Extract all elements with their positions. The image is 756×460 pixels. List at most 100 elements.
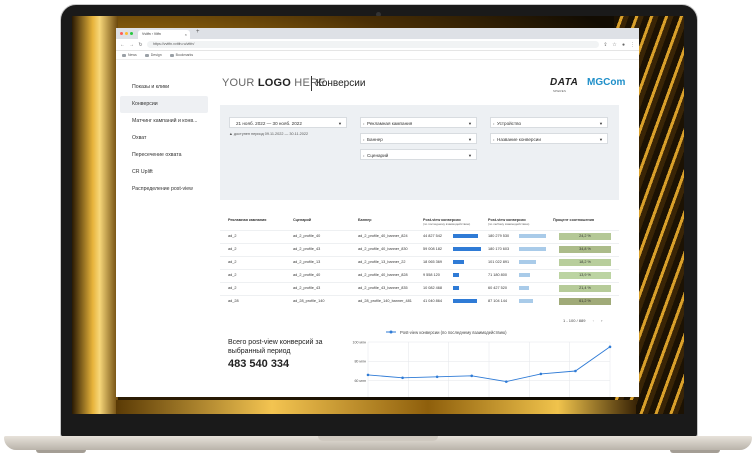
- data-speres-logo: DATA: [550, 77, 579, 88]
- cell-banner: ad_2_profile_43_banner_835: [358, 286, 408, 290]
- chart-svg: Post-view конверсии (по последнему взаим…: [352, 330, 612, 397]
- cell-pv-last: 59 008 182: [423, 247, 443, 251]
- cell-ratio: 21,4 %: [559, 285, 611, 292]
- col-header-banner[interactable]: Баннер: [358, 218, 371, 222]
- y-tick-label: 60 млн: [354, 379, 366, 383]
- data-point: [504, 380, 508, 383]
- cell-ratio: 24,2 %: [559, 233, 611, 240]
- sidebar-item-cr-uplift[interactable]: CR Uplift: [120, 164, 208, 181]
- bookmark-item[interactable]: News: [122, 53, 137, 57]
- tab-bar: Vvitfn › Vitfn × +: [116, 28, 639, 39]
- prev-page-icon[interactable]: ‹: [593, 318, 594, 323]
- reload-icon[interactable]: ↻: [138, 42, 143, 48]
- col-header-campaign[interactable]: Рекламная кампания: [228, 218, 266, 222]
- cell-scenario: ad_2_profile_43: [293, 286, 321, 290]
- sidebar: Показы и клики Конверсии Матчинг кампани…: [116, 60, 208, 397]
- browser-tab[interactable]: Vvitfn › Vitfn ×: [138, 30, 190, 39]
- report-header: YOUR LOGO HERE Конверсии DATA SPERES MGC…: [220, 75, 625, 95]
- kpi-label: Всего post-view конверсий за выбранный п…: [228, 339, 323, 355]
- cell-pv-any: 87 104 144: [488, 299, 508, 303]
- kpi-value: 483 540 334: [228, 358, 290, 370]
- share-icon[interactable]: ⇪: [603, 42, 608, 48]
- data-point: [366, 373, 370, 377]
- pv-last-bar: [453, 299, 477, 303]
- legend-label: Post-view конверсии (по последнему взаим…: [400, 330, 507, 335]
- chevron-down-icon: ▼: [338, 121, 342, 126]
- page-title: Конверсии: [316, 78, 366, 89]
- cell-pv-any: 180 170 603: [488, 247, 510, 251]
- campaign-select[interactable]: • Рекламная кампания ▼: [360, 117, 477, 128]
- sidebar-item-reach-overlap[interactable]: Пересечение охвата: [120, 147, 208, 164]
- cell-ratio: 61,2 %: [559, 298, 611, 305]
- conversion-name-select[interactable]: • Название конверсии ▼: [490, 133, 608, 144]
- col-header-scenario[interactable]: Сценарий: [293, 218, 311, 222]
- sidebar-item-postview-distribution[interactable]: Распределение post-view: [120, 181, 208, 198]
- sidebar-item-matching[interactable]: Матчинг кампаний и конв...: [120, 113, 208, 130]
- data-point: [470, 374, 474, 378]
- bookmark-item[interactable]: Design: [144, 53, 162, 57]
- cell-scenario: ad_2_profile_13: [293, 260, 321, 264]
- sidebar-item-reach[interactable]: Охват: [120, 130, 208, 147]
- sidebar-item-impressions[interactable]: Показы и клики: [120, 79, 208, 96]
- forward-icon[interactable]: →: [129, 42, 134, 48]
- cell-banner: ad_28_profile_140_banner_481: [358, 299, 412, 303]
- date-hint: ▲ доступен период 09.11.2022 — 30.11.202…: [229, 132, 309, 136]
- cell-banner: ad_2_profile_40_banner_830: [358, 247, 408, 251]
- profile-icon[interactable]: ●: [621, 42, 626, 48]
- table-row[interactable]: ad_2 ad_2_profile_43 ad_2_profile_43_banne…: [220, 282, 619, 295]
- legend-marker: [389, 330, 393, 334]
- pv-last-bar: [453, 260, 464, 264]
- pv-any-bar: [519, 273, 531, 277]
- pv-any-bar: [519, 299, 533, 303]
- device-select[interactable]: • Устройство ▼: [490, 117, 608, 128]
- cell-banner: ad_2_profile_40_banner_824: [358, 234, 408, 238]
- pager-label: 1 - 100 / 889: [563, 318, 586, 323]
- col-header-ratio[interactable]: Процент соотношения: [553, 218, 594, 222]
- star-icon[interactable]: ☆: [612, 42, 617, 48]
- pv-any-bar: [519, 286, 529, 290]
- next-page-icon[interactable]: ›: [601, 318, 602, 323]
- cell-scenario: ad_2_profile_40: [293, 234, 321, 238]
- menu-icon[interactable]: ⋮: [630, 42, 635, 48]
- browser-window: Vvitfn › Vitfn × + ← → ↻ https://vvitfn.…: [116, 28, 639, 397]
- cell-banner: ad_2_profile_13_banner_22: [358, 260, 406, 264]
- cell-banner: ad_2_profile_40_banner_828: [358, 273, 408, 277]
- cell-pv-any: 71 180 800: [488, 273, 508, 277]
- data-point: [401, 376, 404, 380]
- table-row[interactable]: ad_2 ad_2_profile_13 ad_2_profile_13_banne…: [220, 256, 619, 269]
- pv-any-bar: [519, 260, 536, 264]
- date-range-picker[interactable]: 21 нояб. 2022 — 30 нояб. 2022 ▼: [229, 117, 347, 128]
- pv-last-bar: [453, 273, 459, 277]
- pv-last-bar: [453, 286, 460, 290]
- banner-select[interactable]: • Баннер ▼: [360, 133, 477, 144]
- laptop-foot: [670, 450, 720, 453]
- table-row[interactable]: ad_28 ad_28_profile_140 ad_28_profile_140_…: [220, 295, 619, 308]
- table-row[interactable]: ad_2 ad_2_profile_40 ad_2_profile_40_banne…: [220, 230, 619, 243]
- cell-campaign: ad_2: [228, 273, 237, 277]
- chevron-down-icon: ▼: [599, 137, 603, 142]
- table-row[interactable]: ad_2 ad_2_profile_43 ad_2_profile_40_banne…: [220, 243, 619, 256]
- scenario-select[interactable]: • Сценарий ▼: [360, 149, 477, 160]
- new-tab-icon[interactable]: +: [196, 29, 200, 35]
- back-icon[interactable]: ←: [120, 42, 125, 48]
- pv-last-bar: [453, 234, 479, 238]
- close-tab-icon[interactable]: ×: [185, 30, 187, 39]
- url-bar[interactable]: https://vvitfn.vvitfn.ru/vitfn/: [147, 41, 599, 48]
- cell-ratio: 13,9 %: [559, 272, 611, 279]
- main-content: YOUR LOGO HERE Конверсии DATA SPERES MGC…: [220, 60, 639, 397]
- bookmark-item[interactable]: Bookmarks: [169, 53, 193, 57]
- window-controls[interactable]: [120, 32, 133, 35]
- cell-pv-last: 18 065 369: [423, 260, 443, 264]
- table-row[interactable]: ad_2 ad_2_profile_40 ad_2_profile_40_banne…: [220, 269, 619, 282]
- conversions-line-chart: Post-view конверсии (по последнему взаим…: [338, 326, 618, 397]
- cell-pv-last: 10 082 468: [423, 286, 443, 290]
- col-header-pv-any[interactable]: Post-view конверсии (по любому взаимодейс…: [488, 218, 529, 227]
- col-header-pv-last[interactable]: Post-view конверсии (по последнему взаимо…: [423, 218, 470, 227]
- cell-ratio: 18,2 %: [559, 259, 611, 266]
- cell-campaign: ad_28: [228, 299, 239, 303]
- chevron-down-icon: ▼: [468, 137, 472, 142]
- sidebar-item-conversions[interactable]: Конверсии: [120, 96, 208, 113]
- pv-any-bar: [519, 234, 546, 238]
- cell-pv-any: 60 427 520: [488, 286, 508, 290]
- cell-ratio: 34,8 %: [559, 246, 611, 253]
